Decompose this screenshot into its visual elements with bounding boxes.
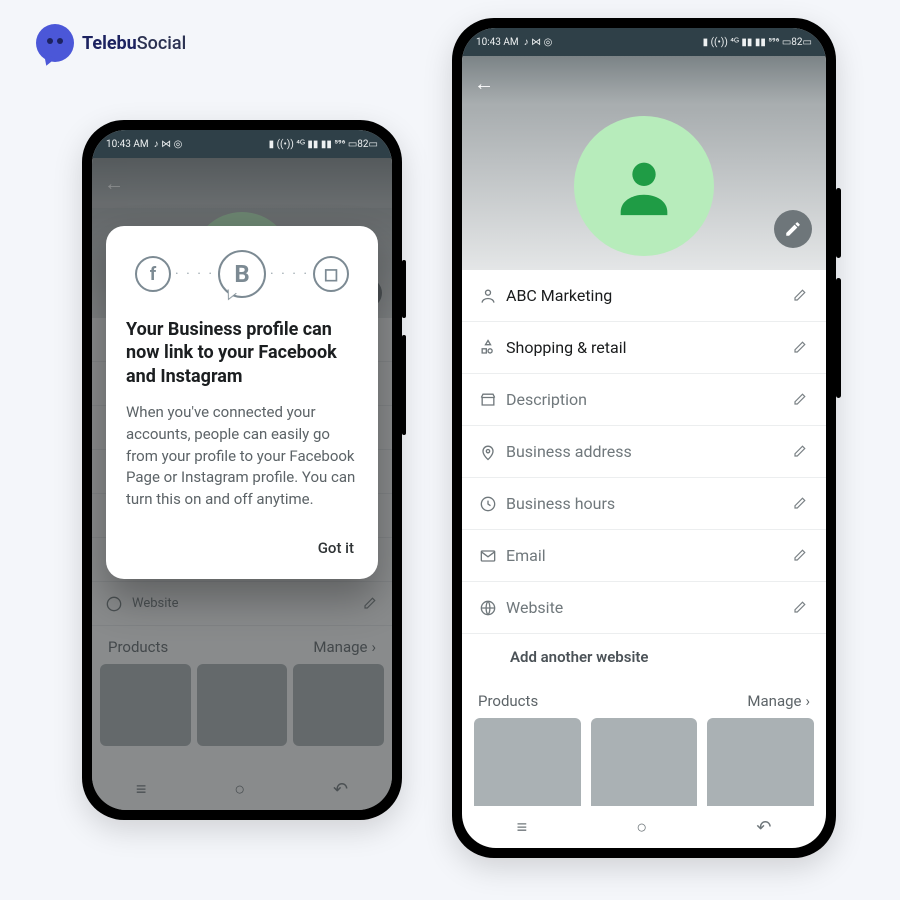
field-email[interactable]: Email — [462, 530, 826, 582]
brand-logo: TelebuSocial — [36, 24, 186, 62]
phone-frame-large: 10:43 AM ♪ ⋈ ◎ ▮ ((•)) ⁴ᴳ ▮▮ ▮▮ ⁵⁹⁶ ▭82▭… — [452, 18, 836, 858]
field-hours[interactable]: Business hours — [462, 478, 826, 530]
field-website[interactable]: Website — [462, 582, 826, 634]
status-bar: 10:43 AM ♪ ⋈ ◎ ▮ ((•)) ⁴ᴳ ▮▮ ▮▮ ⁵⁹⁶ ▭82▭ — [92, 130, 392, 158]
clock-icon — [478, 494, 506, 514]
status-bar: 10:43 AM ♪ ⋈ ◎ ▮ ((•)) ⁴ᴳ ▮▮ ▮▮ ⁵⁹⁶ ▭82▭ — [462, 28, 826, 56]
instagram-icon: ◻ — [313, 256, 349, 292]
edit-icon[interactable] — [792, 389, 810, 411]
product-grid — [462, 718, 826, 806]
edit-icon[interactable] — [792, 337, 810, 359]
android-nav-bar: ≡ ○ ↶ — [462, 806, 826, 848]
field-name-label: ABC Marketing — [506, 286, 792, 305]
person-outline-icon — [478, 286, 506, 306]
manage-products-button[interactable]: Manage › — [747, 692, 810, 710]
profile-header — [462, 110, 826, 270]
field-name[interactable]: ABC Marketing — [462, 270, 826, 322]
edit-icon[interactable] — [792, 493, 810, 515]
store-icon — [478, 390, 506, 410]
field-category[interactable]: Shopping & retail — [462, 322, 826, 374]
add-website-button[interactable]: Add another website — [462, 634, 826, 680]
person-icon — [609, 151, 679, 221]
field-address-label: Business address — [506, 442, 792, 461]
brand-bubble-icon — [36, 24, 74, 62]
modal-title: Your Business profile can now link to yo… — [126, 318, 358, 388]
business-icon: B — [218, 250, 266, 298]
nav-home-icon[interactable]: ○ — [636, 817, 647, 838]
edit-icon[interactable] — [792, 285, 810, 307]
edit-icon[interactable] — [792, 441, 810, 463]
field-email-label: Email — [506, 546, 792, 565]
app-bar: ← — [462, 56, 826, 110]
pin-icon — [478, 442, 506, 462]
avatar[interactable] — [574, 116, 714, 256]
product-tile[interactable] — [474, 718, 581, 806]
nav-menu-icon[interactable]: ≡ — [517, 817, 528, 838]
field-description-label: Description — [506, 390, 792, 409]
profile-fields: ABC Marketing Shopping & retail Descript… — [462, 270, 826, 806]
chevron-right-icon: › — [805, 692, 810, 710]
edit-icon[interactable] — [792, 597, 810, 619]
modal-icon-row: f · · · · B · · · · ◻ — [126, 250, 358, 298]
modal-body: When you've connected your accounts, peo… — [126, 402, 358, 511]
field-description[interactable]: Description — [462, 374, 826, 426]
field-hours-label: Business hours — [506, 494, 792, 513]
products-header: Products Manage › — [462, 680, 826, 718]
field-address[interactable]: Business address — [462, 426, 826, 478]
category-icon — [478, 338, 506, 358]
facebook-icon: f — [135, 256, 171, 292]
product-tile[interactable] — [591, 718, 698, 806]
mail-icon — [478, 546, 506, 566]
field-website-label: Website — [506, 598, 792, 617]
edit-icon[interactable] — [792, 545, 810, 567]
pencil-icon — [784, 220, 802, 238]
link-socials-modal: f · · · · B · · · · ◻ Your Business prof… — [106, 226, 378, 579]
brand-name: TelebuSocial — [82, 33, 186, 54]
back-arrow-icon[interactable]: ← — [474, 71, 494, 96]
nav-back-icon[interactable]: ↶ — [756, 817, 771, 838]
phone-frame-small: 10:43 AM ♪ ⋈ ◎ ▮ ((•)) ⁴ᴳ ▮▮ ▮▮ ⁵⁹⁶ ▭82▭… — [82, 120, 402, 820]
edit-photo-button[interactable] — [774, 210, 812, 248]
products-title: Products — [478, 692, 538, 710]
globe-icon — [478, 598, 506, 618]
modal-confirm-button[interactable]: Got it — [126, 533, 358, 563]
field-category-label: Shopping & retail — [506, 338, 792, 357]
product-tile[interactable] — [707, 718, 814, 806]
